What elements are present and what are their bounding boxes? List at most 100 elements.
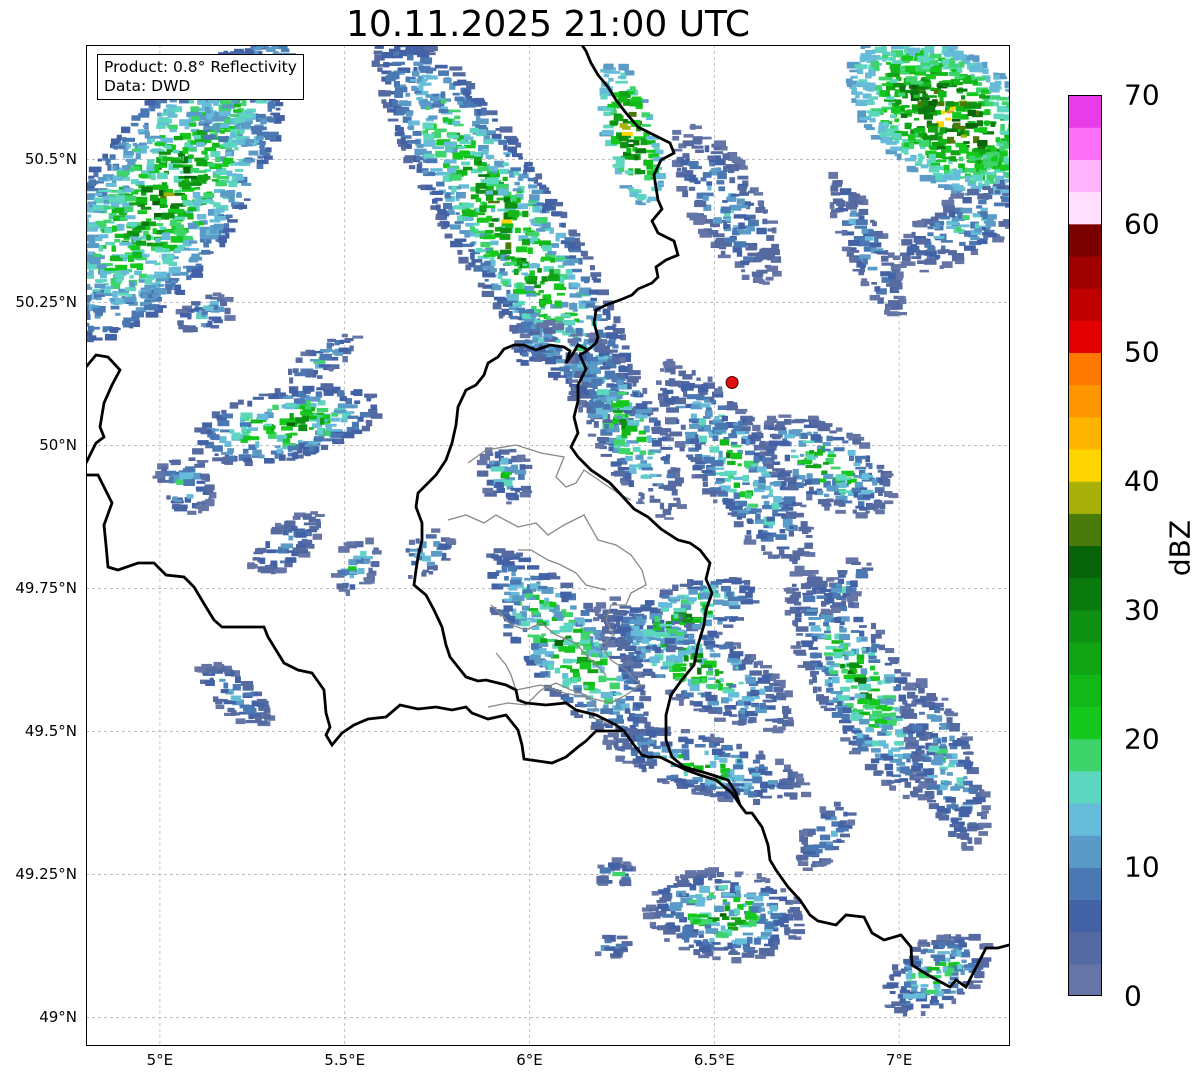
echo-pixel <box>829 430 837 434</box>
echo-pixel <box>95 297 102 301</box>
echo-pixel <box>966 92 979 97</box>
echo-pixel <box>570 338 578 344</box>
echo-pixel <box>660 446 673 450</box>
echo-pixel <box>621 433 628 438</box>
echo-pixel <box>847 479 852 485</box>
echo-pixel <box>999 130 1007 134</box>
echo-pixel <box>155 247 164 253</box>
echo-pixel <box>967 110 976 116</box>
echo-pixel <box>765 276 774 281</box>
echo-pixel <box>895 99 902 105</box>
radar-map[interactable] <box>86 45 1010 1046</box>
echo-pixel <box>463 136 474 141</box>
echo-pixel <box>440 91 446 99</box>
echo-pixel <box>874 251 885 254</box>
echo-pixel <box>92 289 101 292</box>
echo-pixel <box>643 159 654 166</box>
echo-pixel <box>683 655 689 662</box>
echo-pixel <box>598 675 607 683</box>
echo-pixel <box>173 164 184 168</box>
echo-pixel <box>984 101 993 107</box>
echo-pixel <box>746 420 753 425</box>
echo-pixel <box>693 708 705 712</box>
echo-pixel <box>741 659 753 664</box>
echo-pixel <box>96 292 104 295</box>
echo-pixel <box>724 705 737 710</box>
echo-pixel <box>745 677 756 684</box>
echo-pixel <box>624 708 631 714</box>
echo-pixel <box>763 551 773 555</box>
echo-pixel <box>662 361 676 366</box>
echo-pixel <box>1008 158 1010 165</box>
echo-pixel <box>702 172 712 178</box>
echo-pixel <box>458 256 469 264</box>
echo-pixel <box>979 95 991 99</box>
echo-pixel <box>527 247 533 254</box>
echo-pixel <box>97 177 108 181</box>
echo-pixel <box>401 137 406 142</box>
echo-pixel <box>570 333 583 337</box>
echo-pixel <box>491 218 499 222</box>
echo-pixel <box>475 188 480 194</box>
echo-pixel <box>115 264 128 271</box>
echo-pixel <box>602 403 611 410</box>
echo-pixel <box>504 576 509 581</box>
echo-pixel <box>911 256 920 259</box>
echo-pixel <box>124 195 137 202</box>
echo-pixel <box>720 206 731 214</box>
echo-pixel <box>723 498 733 503</box>
echo-pixel <box>534 284 541 289</box>
echo-pixel <box>700 177 707 182</box>
echo-pixel <box>112 225 117 232</box>
echo-pixel <box>136 240 147 246</box>
echo-pixel <box>501 308 510 315</box>
echo-pixel <box>537 268 542 273</box>
echo-pixel <box>552 244 559 248</box>
echo-pixel <box>275 107 281 111</box>
echo-pixel <box>675 472 681 479</box>
echo-pixel <box>962 215 970 220</box>
echo-pixel <box>999 180 1005 185</box>
echo-pixel <box>945 101 954 107</box>
echo-pixel <box>405 76 410 83</box>
echo-pixel <box>602 411 607 417</box>
echo-pixel <box>867 266 878 271</box>
echo-pixel <box>767 228 775 232</box>
echo-pixel <box>883 500 894 505</box>
echo-pixel <box>173 216 186 220</box>
precipitation-echoes <box>86 45 1010 1017</box>
echo-pixel <box>570 668 580 673</box>
echo-pixel <box>940 240 953 243</box>
echo-pixel <box>732 227 738 231</box>
echo-pixel <box>550 201 555 206</box>
echo-pixel <box>737 420 743 427</box>
echo-pixel <box>235 168 244 172</box>
echo-pixel <box>682 190 689 198</box>
echo-pixel <box>791 429 803 432</box>
echo-pixel <box>555 256 566 261</box>
echo-pixel <box>690 123 696 130</box>
echo-pixel <box>737 175 749 180</box>
echo-pixel <box>888 273 896 280</box>
echo-pixel <box>224 135 229 140</box>
echo-pixel <box>241 182 252 186</box>
echo-pixel <box>736 516 742 520</box>
echo-pixel <box>471 98 479 102</box>
echo-pixel <box>647 456 653 460</box>
echo-pixel <box>985 152 996 156</box>
echo-pixel <box>585 353 593 358</box>
echo-pixel <box>761 545 766 551</box>
echo-pixel <box>776 546 790 550</box>
echo-pixel <box>459 150 470 157</box>
echo-pixel <box>504 261 517 266</box>
echo-pixel <box>642 387 648 394</box>
echo-pixel <box>897 92 906 97</box>
echo-pixel <box>518 156 524 160</box>
echo-pixel <box>689 165 702 170</box>
echo-pixel <box>512 188 522 192</box>
echo-pixel <box>475 247 483 253</box>
echo-pixel <box>695 149 704 153</box>
echo-pixel <box>522 263 528 266</box>
echo-pixel <box>1009 154 1010 159</box>
echo-pixel <box>188 248 200 251</box>
